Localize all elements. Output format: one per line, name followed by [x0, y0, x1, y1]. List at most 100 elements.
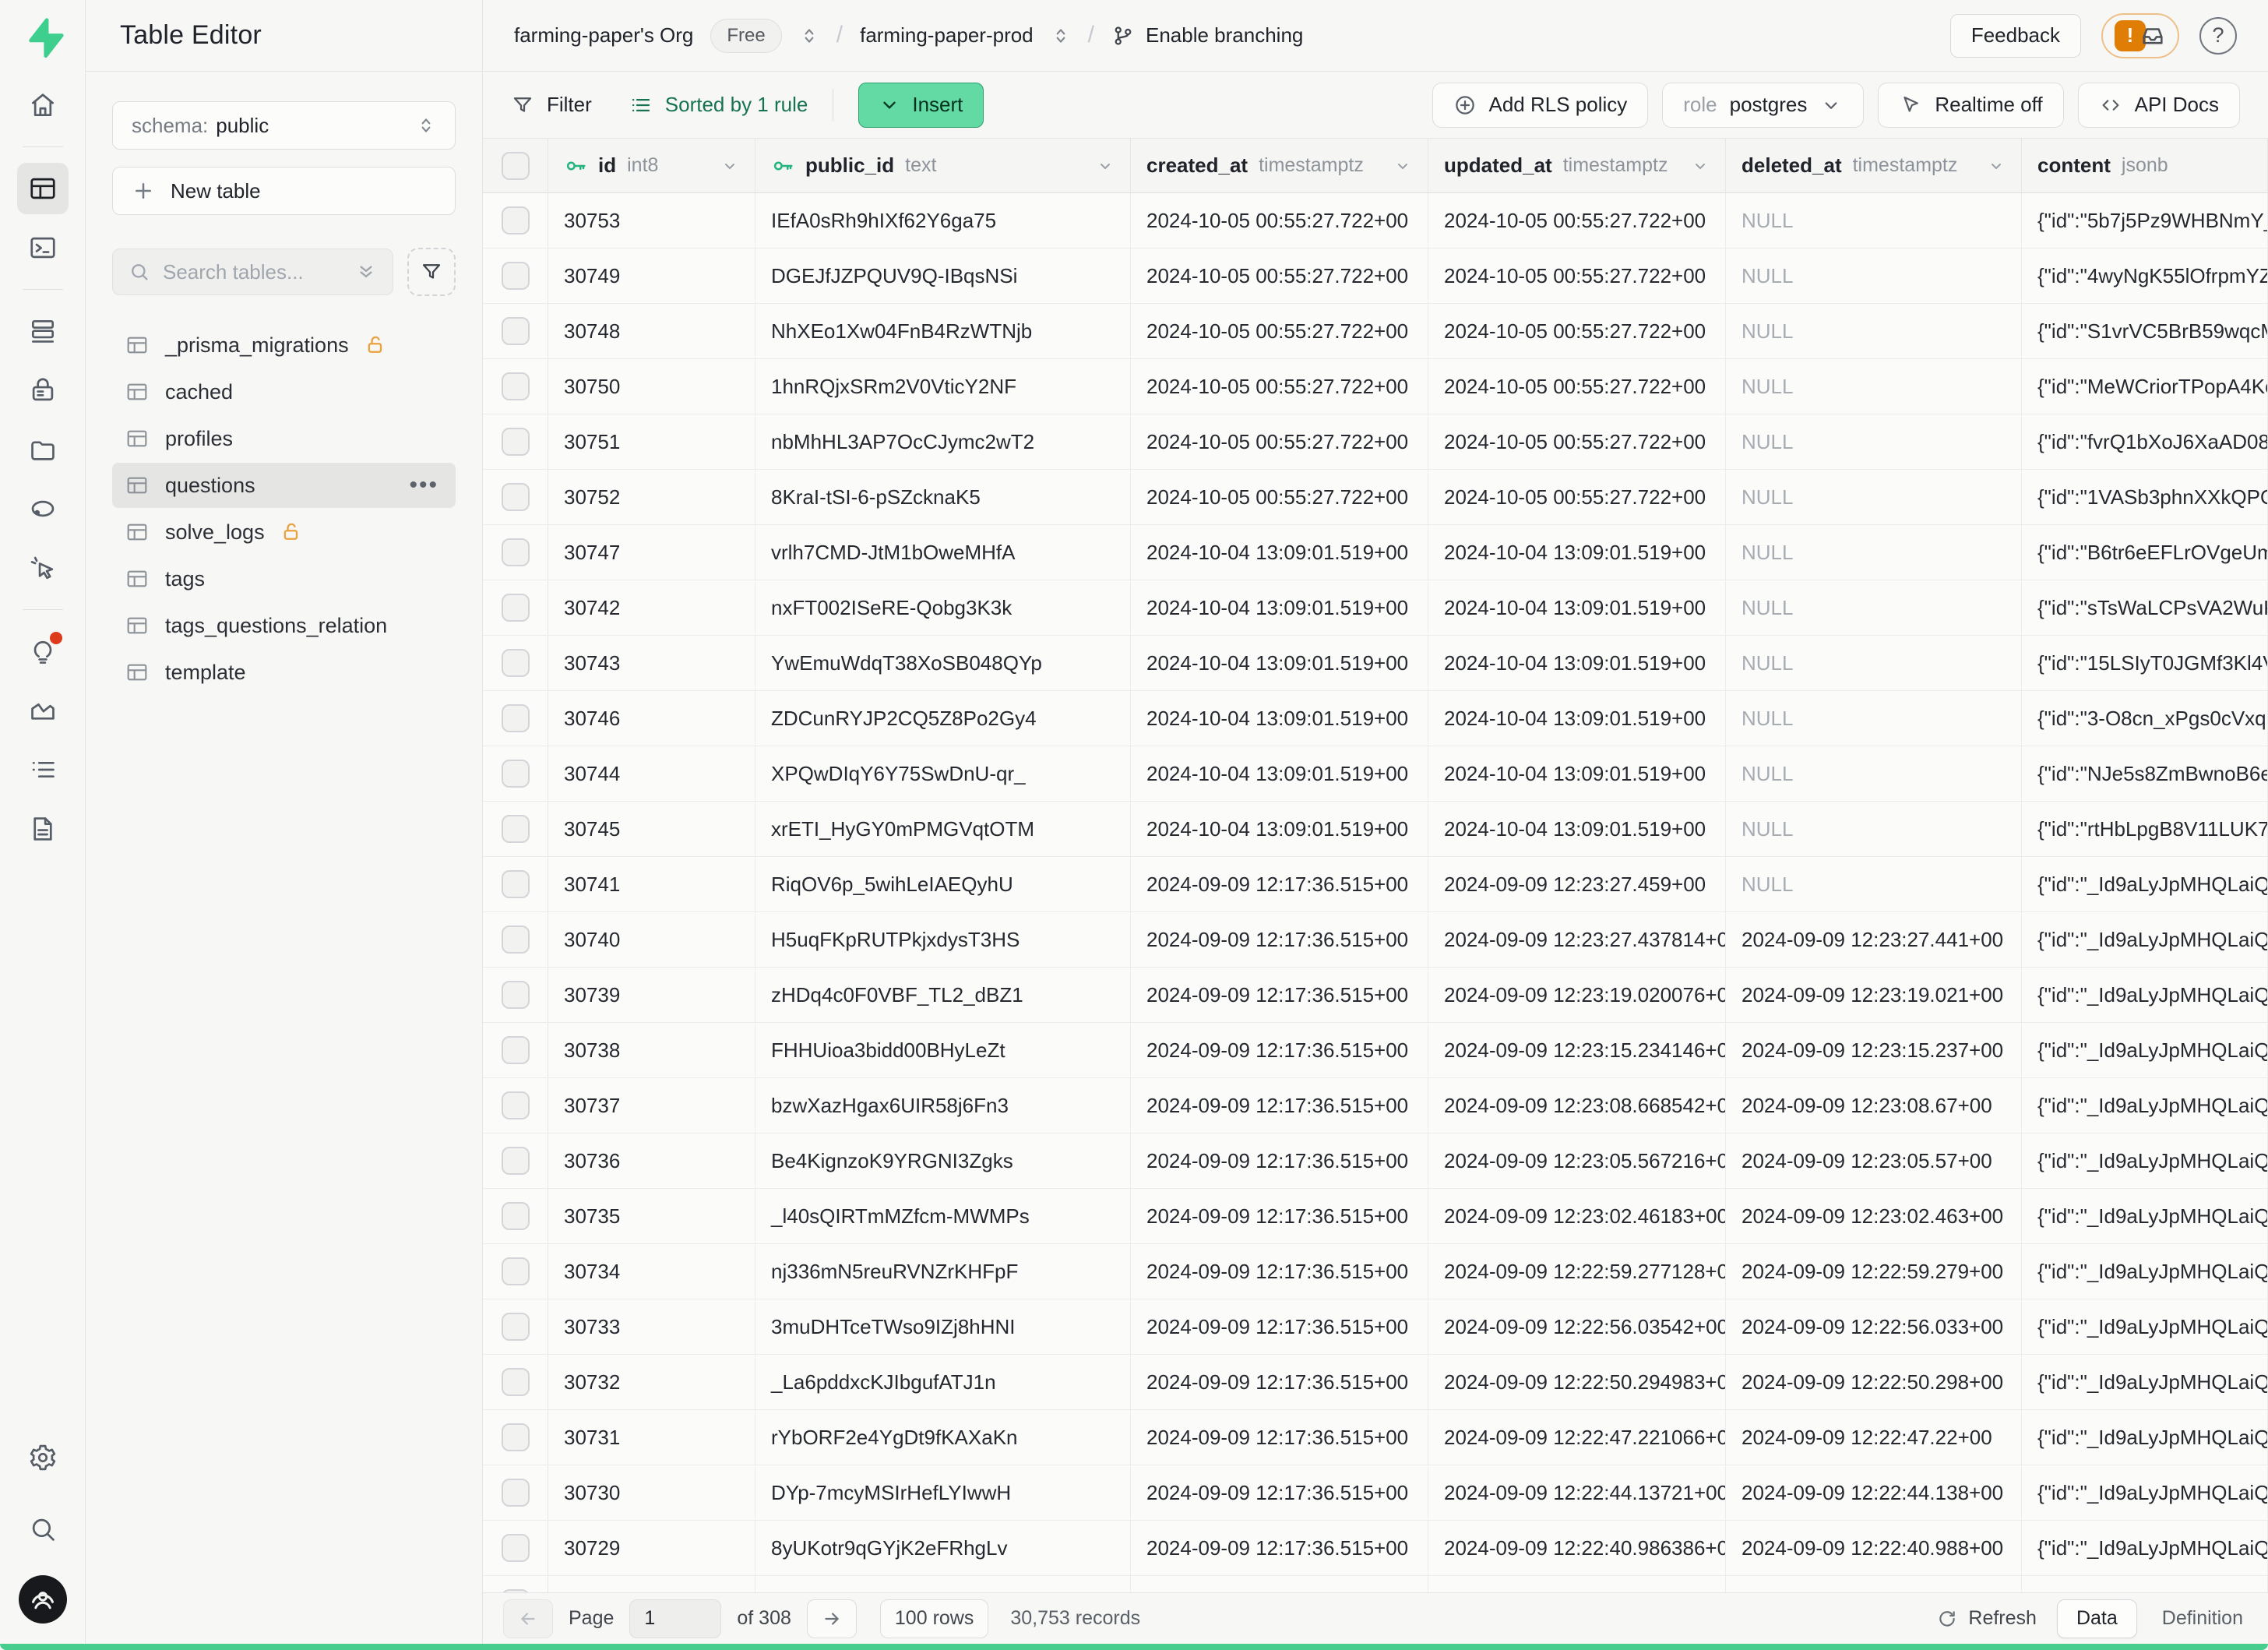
cell-deleted-at[interactable]: NULL [1726, 636, 2022, 690]
row-checkbox[interactable] [502, 1202, 530, 1230]
storage-icon[interactable] [17, 424, 69, 475]
cell-created-at[interactable]: 2024-10-04 13:09:01.519+00 [1131, 636, 1428, 690]
cell-id[interactable]: 30751 [548, 414, 755, 469]
cell-deleted-at[interactable]: NULL [1726, 691, 2022, 746]
cell-updated-at[interactable]: 2024-10-05 00:55:27.722+00 [1428, 414, 1726, 469]
cell-created-at[interactable]: 2024-10-04 13:09:01.519+00 [1131, 802, 1428, 856]
breadcrumb-project[interactable]: farming-paper-prod [860, 23, 1034, 48]
prev-page-button[interactable] [503, 1599, 553, 1638]
cell-deleted-at[interactable]: 2024-09-09 12:22:50.298+00 [1726, 1355, 2022, 1409]
cell-content[interactable]: {"id":"_Id9aLyJpMHQLaiQC [2022, 1410, 2268, 1465]
row-checkbox[interactable] [502, 262, 530, 290]
row-select-cell[interactable] [483, 1410, 548, 1465]
row-select-cell[interactable] [483, 249, 548, 303]
role-select[interactable]: role postgres [1662, 83, 1864, 128]
cell-id[interactable]: 30731 [548, 1410, 755, 1465]
cell-created-at[interactable]: 2024-10-04 13:09:01.519+00 [1131, 746, 1428, 801]
table-row[interactable]: 30733 3muDHTceTWso9IZj8hHNI 2024-09-09 1… [483, 1299, 2268, 1355]
table-row[interactable]: 30753 IEfA0sRh9hIXf62Y6ga75 2024-10-05 0… [483, 193, 2268, 249]
row-checkbox[interactable] [502, 649, 530, 677]
cell-public-id[interactable]: nj336mN5reuRVNZrKHFpF [755, 1244, 1131, 1299]
cell-updated-at[interactable]: 2024-09-09 12:23:02.46183+00 [1428, 1189, 1726, 1243]
notifications-button[interactable]: ! [2101, 13, 2179, 58]
api-docs-icon[interactable] [17, 803, 69, 855]
reports-icon[interactable] [17, 685, 69, 736]
sql-editor-icon[interactable] [17, 222, 69, 273]
cell-public-id[interactable]: _l40sQIRTmMZfcm-MWMPs [755, 1189, 1131, 1243]
cell-content[interactable]: {"id":"_Id9aLyJpMHQLaiQC [2022, 1189, 2268, 1243]
cell-public-id[interactable]: IEfA0sRh9hIXf62Y6ga75 [755, 193, 1131, 248]
chevron-down-icon[interactable] [1393, 157, 1412, 175]
cell-updated-at[interactable]: 2024-10-05 00:55:27.722+00 [1428, 470, 1726, 524]
cell-deleted-at[interactable]: 2024-09-09 12:23:19.021+00 [1726, 968, 2022, 1022]
row-checkbox[interactable] [502, 760, 530, 788]
cell-updated-at[interactable]: 2024-10-04 13:09:01.519+00 [1428, 636, 1726, 690]
supabase-logo[interactable] [21, 16, 65, 59]
cell-updated-at[interactable]: 2024-09-09 12:22:40.986386+00 [1428, 1521, 1726, 1575]
cell-content[interactable]: {"id":"_Id9aLyJpMHQLaiQC [2022, 1299, 2268, 1354]
cell-content[interactable]: {"id":"_Id9aLyJpMHQLaiQC [2022, 1244, 2268, 1299]
row-select-cell[interactable] [483, 691, 548, 746]
cell-created-at[interactable]: 2024-09-09 12:17:36.515+00 [1131, 1244, 1428, 1299]
row-select-cell[interactable] [483, 193, 548, 248]
breadcrumb-org[interactable]: farming-paper's Org [514, 23, 693, 48]
cell-content[interactable]: {"id":"_Id9aLyJpMHQLaiQC [2022, 1023, 2268, 1077]
insert-button[interactable]: Insert [858, 83, 984, 128]
cell-created-at[interactable]: 2024-10-04 13:09:01.519+00 [1131, 525, 1428, 580]
advisors-icon[interactable] [17, 626, 69, 677]
help-button[interactable]: ? [2199, 17, 2237, 55]
cell-created-at[interactable]: 2024-10-05 00:55:27.722+00 [1131, 414, 1428, 469]
new-table-button[interactable]: New table [112, 167, 456, 215]
cell-id[interactable]: 30734 [548, 1244, 755, 1299]
table-row[interactable]: 30749 DGEJfJZPQUV9Q-IBqsNSi 2024-10-05 0… [483, 249, 2268, 304]
cell-public-id[interactable]: xrETI_HyGY0mPMGVqtOTM [755, 802, 1131, 856]
row-checkbox[interactable] [502, 815, 530, 843]
avatar[interactable] [19, 1575, 67, 1624]
row-select-cell[interactable] [483, 304, 548, 358]
cell-created-at[interactable]: 2024-09-09 12:17:36.515+00 [1131, 1133, 1428, 1188]
cell-public-id[interactable]: XPQwDIqY6Y75SwDnU-qr_ [755, 746, 1131, 801]
table-row[interactable]: 30728 0L5BAfDaLDl5rQOiqeKPO 2024-09-09 1… [483, 1576, 2268, 1592]
logs-icon[interactable] [17, 744, 69, 795]
row-select-cell[interactable] [483, 1023, 548, 1077]
cell-deleted-at[interactable]: NULL [1726, 414, 2022, 469]
row-select-cell[interactable] [483, 525, 548, 580]
row-checkbox[interactable] [502, 538, 530, 566]
table-row[interactable]: 30746 ZDCunRYJP2CQ5Z8Po2Gy4 2024-10-04 1… [483, 691, 2268, 746]
row-checkbox[interactable] [502, 1479, 530, 1507]
cell-public-id[interactable]: nxFT002ISeRE-Qobg3K3k [755, 580, 1131, 635]
cell-created-at[interactable]: 2024-10-04 13:09:01.519+00 [1131, 580, 1428, 635]
row-checkbox[interactable] [502, 1036, 530, 1064]
row-checkbox[interactable] [502, 1423, 530, 1451]
cell-created-at[interactable]: 2024-09-09 12:17:36.515+00 [1131, 1189, 1428, 1243]
cell-public-id[interactable]: FHHUioa3bidd00BHyLeZt [755, 1023, 1131, 1077]
cell-public-id[interactable]: DGEJfJZPQUV9Q-IBqsNSi [755, 249, 1131, 303]
cell-public-id[interactable]: _La6pddxcKJIbgufATJ1n [755, 1355, 1131, 1409]
cell-updated-at[interactable]: 2024-10-04 13:09:01.519+00 [1428, 746, 1726, 801]
cell-id[interactable]: 30741 [548, 857, 755, 911]
cell-public-id[interactable]: H5uqFKpRUTPkjxdysT3HS [755, 912, 1131, 967]
search-icon[interactable] [17, 1504, 69, 1555]
cell-content[interactable]: {"id":"fvrQ1bXoJ6XaAD08G [2022, 414, 2268, 469]
table-filter-button[interactable] [407, 248, 456, 296]
row-checkbox[interactable] [502, 594, 530, 622]
row-checkbox[interactable] [502, 1534, 530, 1562]
rows-per-page-select[interactable]: 100 rows [880, 1599, 988, 1638]
settings-icon[interactable] [17, 1432, 69, 1483]
cell-deleted-at[interactable]: NULL [1726, 193, 2022, 248]
cell-created-at[interactable]: 2024-09-09 12:17:36.515+00 [1131, 1355, 1428, 1409]
cell-updated-at[interactable]: 2024-10-04 13:09:01.519+00 [1428, 691, 1726, 746]
cell-public-id[interactable]: NhXEo1Xw04FnB4RzWTNjb [755, 304, 1131, 358]
cell-deleted-at[interactable]: 2024-09-09 12:22:40.988+00 [1726, 1521, 2022, 1575]
cell-created-at[interactable]: 2024-09-09 12:17:36.515+00 [1131, 1410, 1428, 1465]
row-select-cell[interactable] [483, 636, 548, 690]
row-select-cell[interactable] [483, 1355, 548, 1409]
schema-select[interactable]: schema: public [112, 101, 456, 150]
cell-created-at[interactable]: 2024-09-09 12:17:36.515+00 [1131, 1521, 1428, 1575]
table-editor-icon[interactable] [17, 163, 69, 214]
cell-public-id[interactable]: nbMhHL3AP7OcCJymc2wT2 [755, 414, 1131, 469]
cell-updated-at[interactable]: 2024-09-09 12:23:19.020076+00 [1428, 968, 1726, 1022]
cell-public-id[interactable]: 0L5BAfDaLDl5rQOiqeKPO [755, 1576, 1131, 1592]
sidebar-table-item[interactable]: _prisma_migrations [112, 323, 456, 368]
table-row[interactable]: 30732 _La6pddxcKJIbgufATJ1n 2024-09-09 1… [483, 1355, 2268, 1410]
